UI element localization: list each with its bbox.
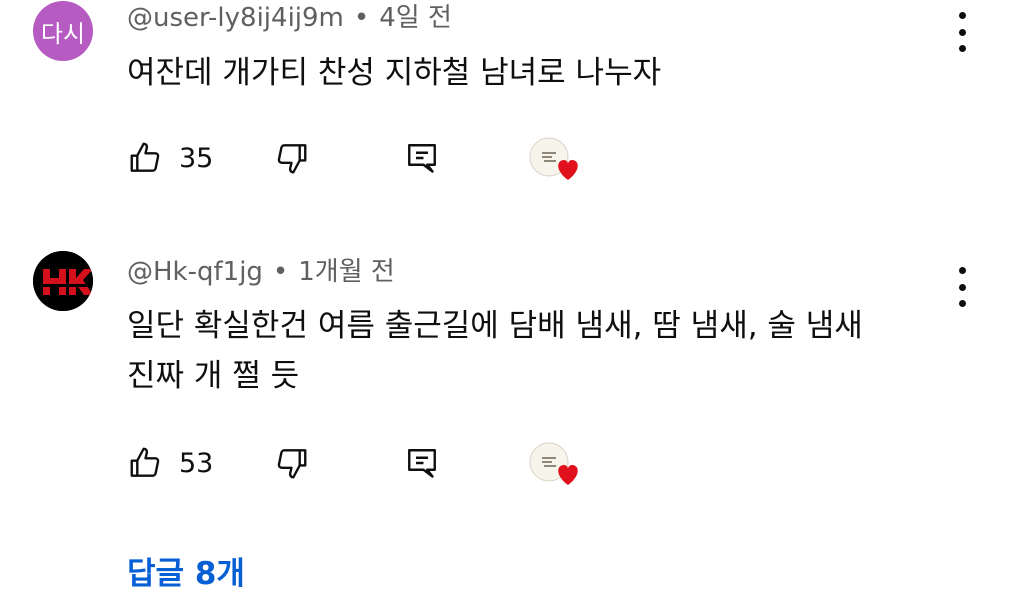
comment-text: 일단 확실한건 여름 출근길에 담배 냄새, 땀 냄새, 술 냄새 진짜 개 쩔… <box>127 301 863 401</box>
thumbs-down-icon <box>277 144 307 174</box>
separator-dot: • <box>272 257 289 287</box>
thumbs-up-icon <box>130 447 160 477</box>
like-button[interactable]: 53 <box>127 438 213 488</box>
thumbs-up-icon <box>130 142 160 172</box>
comment-author[interactable]: @Hk-qf1jg <box>127 257 263 287</box>
creator-heart-badge <box>528 438 588 488</box>
creator-heart-icon <box>529 442 578 485</box>
avatar[interactable] <box>33 251 93 311</box>
comment-1: 다시 @user-ly8ij4ij9m • 4일 전 여잔데 개가티 찬성 지하철 … <box>0 0 1024 230</box>
comment-2: @Hk-qf1jg • 1개월 전 일단 확실한건 여름 출근길에 담배 냄새, 땀… <box>0 250 1024 510</box>
like-count: 53 <box>179 447 214 479</box>
view-replies-button[interactable]: 답글 8개 <box>127 552 245 596</box>
comment-author[interactable]: @user-ly8ij4ij9m <box>127 3 344 33</box>
reply-icon <box>408 144 436 173</box>
comment-meta: @Hk-qf1jg • 1개월 전 <box>127 256 395 288</box>
like-button[interactable]: 35 <box>127 133 213 183</box>
comment-meta: @user-ly8ij4ij9m • 4일 전 <box>127 2 452 34</box>
avatar-initials: 다시 <box>40 19 86 48</box>
separator-dot: • <box>353 3 370 33</box>
comment-time[interactable]: 1개월 전 <box>298 257 395 287</box>
avatar[interactable]: 다시 <box>33 1 93 61</box>
comment-line: 일단 확실한건 여름 출근길에 담배 냄새, 땀 냄새, 술 냄새 <box>127 308 863 344</box>
dislike-button[interactable] <box>272 438 310 488</box>
comment-line: 여잔데 개가티 찬성 지하철 남녀로 나누자 <box>127 55 662 91</box>
reply-icon <box>408 449 436 478</box>
like-count: 35 <box>179 142 214 174</box>
more-vert-icon[interactable] <box>952 267 972 307</box>
thumbs-down-icon <box>277 449 307 479</box>
creator-heart-icon <box>529 137 578 180</box>
reply-button[interactable] <box>404 133 440 183</box>
comment-time[interactable]: 4일 전 <box>379 3 452 33</box>
reply-button[interactable] <box>404 438 440 488</box>
comment-line: 진짜 개 쩔 듯 <box>127 358 300 394</box>
more-vert-icon[interactable] <box>952 12 972 52</box>
comment-actions: 35 <box>0 133 1024 183</box>
comment-text: 여잔데 개가티 찬성 지하철 남녀로 나누자 <box>127 48 661 98</box>
creator-heart-badge <box>528 133 588 183</box>
comment-actions: 53 <box>0 438 1024 488</box>
hk-logo-icon <box>33 251 93 311</box>
dislike-button[interactable] <box>272 133 310 183</box>
